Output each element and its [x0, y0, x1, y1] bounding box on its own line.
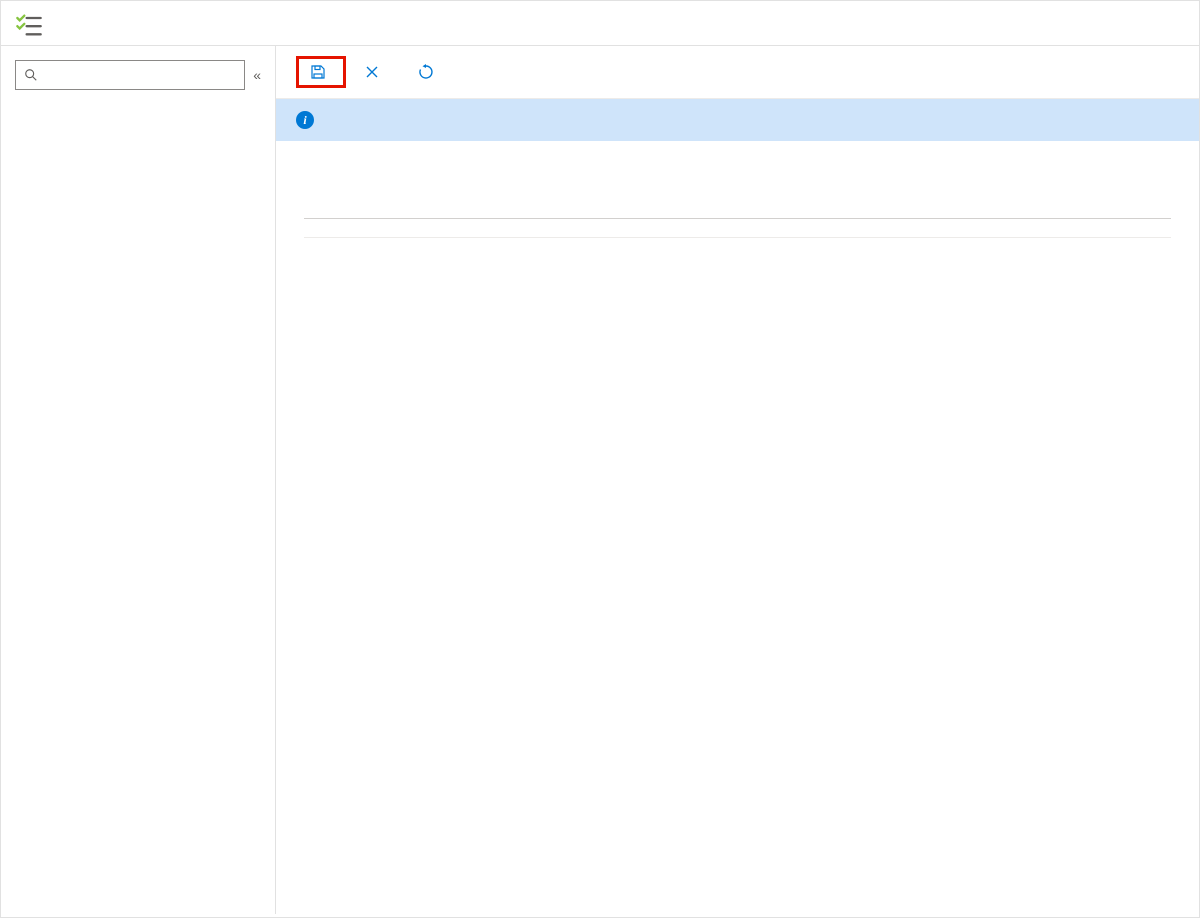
- save-icon: [309, 63, 327, 81]
- search-input[interactable]: [44, 68, 236, 83]
- refresh-icon: [417, 63, 435, 81]
- checklist-icon: [15, 11, 43, 39]
- discard-icon: [363, 63, 381, 81]
- collapse-sidebar-button[interactable]: «: [253, 67, 261, 83]
- save-button[interactable]: [296, 56, 346, 88]
- info-banner: i: [276, 99, 1199, 141]
- main-content: i: [276, 46, 1199, 914]
- policies-table: [304, 218, 1171, 238]
- toolbar: [276, 46, 1199, 99]
- page-header: [1, 1, 1199, 46]
- search-icon: [24, 68, 38, 82]
- policies-group-header: [304, 218, 1171, 237]
- search-input-wrapper[interactable]: [15, 60, 245, 90]
- sidebar: «: [1, 46, 276, 914]
- refresh-button[interactable]: [404, 56, 454, 88]
- info-icon: i: [296, 111, 314, 129]
- discard-button[interactable]: [350, 56, 400, 88]
